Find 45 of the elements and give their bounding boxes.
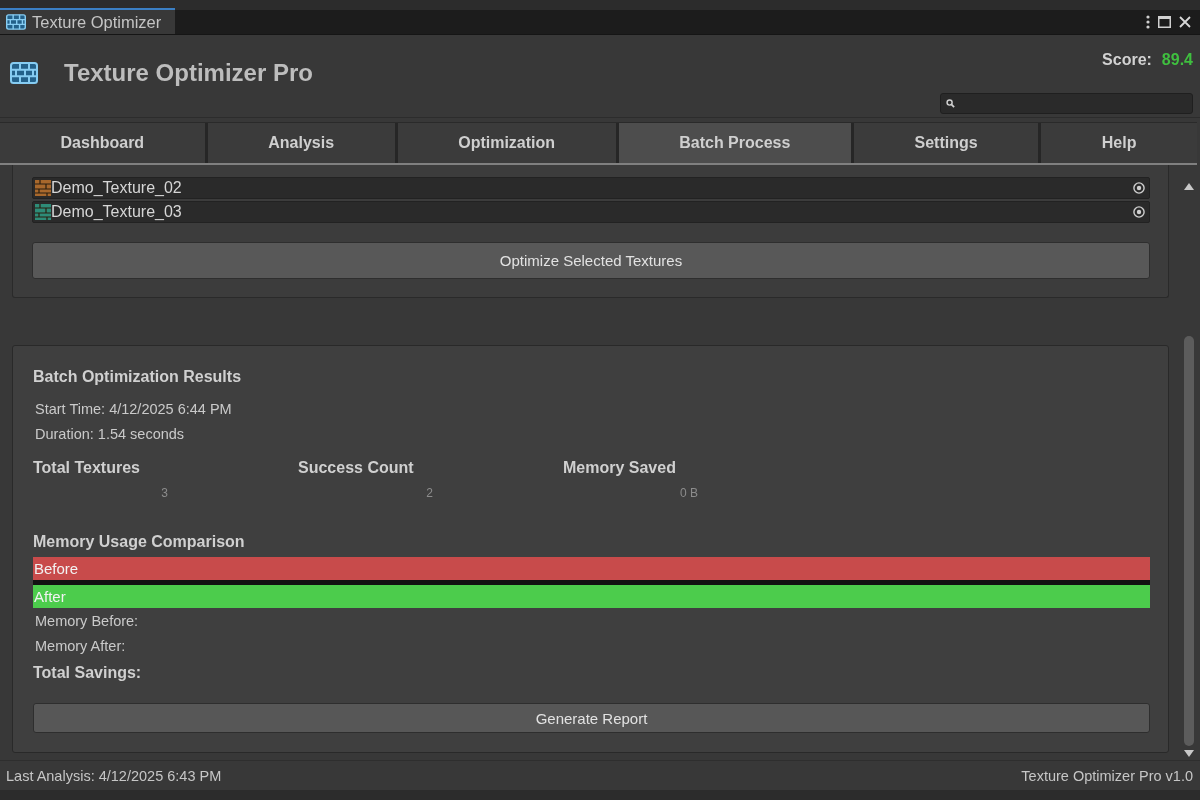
- stat-label: Total Textures: [33, 459, 141, 477]
- version-text: Texture Optimizer Pro v1.0: [1021, 767, 1193, 784]
- score-value: 89.4: [1161, 51, 1193, 69]
- stat-label: Memory Saved: [563, 459, 677, 477]
- generate-report-button[interactable]: Generate Report: [33, 703, 1150, 733]
- optimize-button[interactable]: Optimize Selected Textures: [32, 242, 1150, 279]
- duration-text: Duration: 1.54 seconds: [34, 425, 186, 444]
- texture-name: Demo_Texture_02: [51, 179, 183, 197]
- texture-list-item[interactable]: Demo_Texture_03: [32, 201, 1150, 223]
- score-label: Score:: [1102, 51, 1152, 69]
- object-picker-icon[interactable]: [1133, 206, 1145, 218]
- close-icon[interactable]: [1179, 16, 1191, 28]
- texture-name: Demo_Texture_03: [51, 203, 183, 221]
- search-field[interactable]: [940, 93, 1193, 114]
- stat-value: 0 B: [679, 485, 698, 502]
- tab[interactable]: Settings: [853, 123, 1039, 163]
- memory-before-label: Memory Before:: [34, 612, 140, 631]
- bar-label: After: [34, 587, 66, 607]
- tab[interactable]: Optimization: [397, 123, 616, 163]
- stat-value: 2: [425, 485, 433, 502]
- section-title: Memory Usage Comparison: [33, 533, 246, 551]
- tab[interactable]: Batch Process: [618, 123, 851, 163]
- scroll-up-icon[interactable]: [1183, 183, 1194, 190]
- brick-wall-icon: [10, 62, 38, 84]
- bar-label: Before: [34, 559, 79, 579]
- texture-list-item[interactable]: Demo_Texture_02: [32, 177, 1150, 199]
- brick-wall-icon: [6, 14, 26, 30]
- maximize-icon[interactable]: [1158, 16, 1171, 28]
- stat-label: Success Count: [298, 459, 415, 477]
- tab[interactable]: Analysis: [207, 123, 395, 163]
- total-savings-label: Total Savings:: [33, 664, 143, 682]
- window-tab[interactable]: Texture Optimizer: [0, 8, 176, 34]
- start-time-text: Start Time: 4/12/2025 6:44 PM: [34, 400, 233, 419]
- search-icon: [946, 99, 955, 108]
- app-title: Texture Optimizer Pro: [64, 59, 313, 87]
- tab[interactable]: Help: [1041, 123, 1197, 163]
- scroll-down-icon[interactable]: [1183, 750, 1194, 757]
- section-title: Batch Optimization Results: [33, 368, 243, 386]
- object-picker-icon[interactable]: [1133, 182, 1145, 194]
- memory-after-label: Memory After:: [34, 637, 127, 656]
- more-options-icon[interactable]: [1146, 15, 1150, 29]
- last-analysis-text: Last Analysis: 4/12/2025 6:43 PM: [6, 767, 222, 784]
- stat-value: 3: [160, 485, 168, 502]
- scrollbar-thumb[interactable]: [1183, 336, 1194, 746]
- tab[interactable]: Dashboard: [0, 123, 205, 163]
